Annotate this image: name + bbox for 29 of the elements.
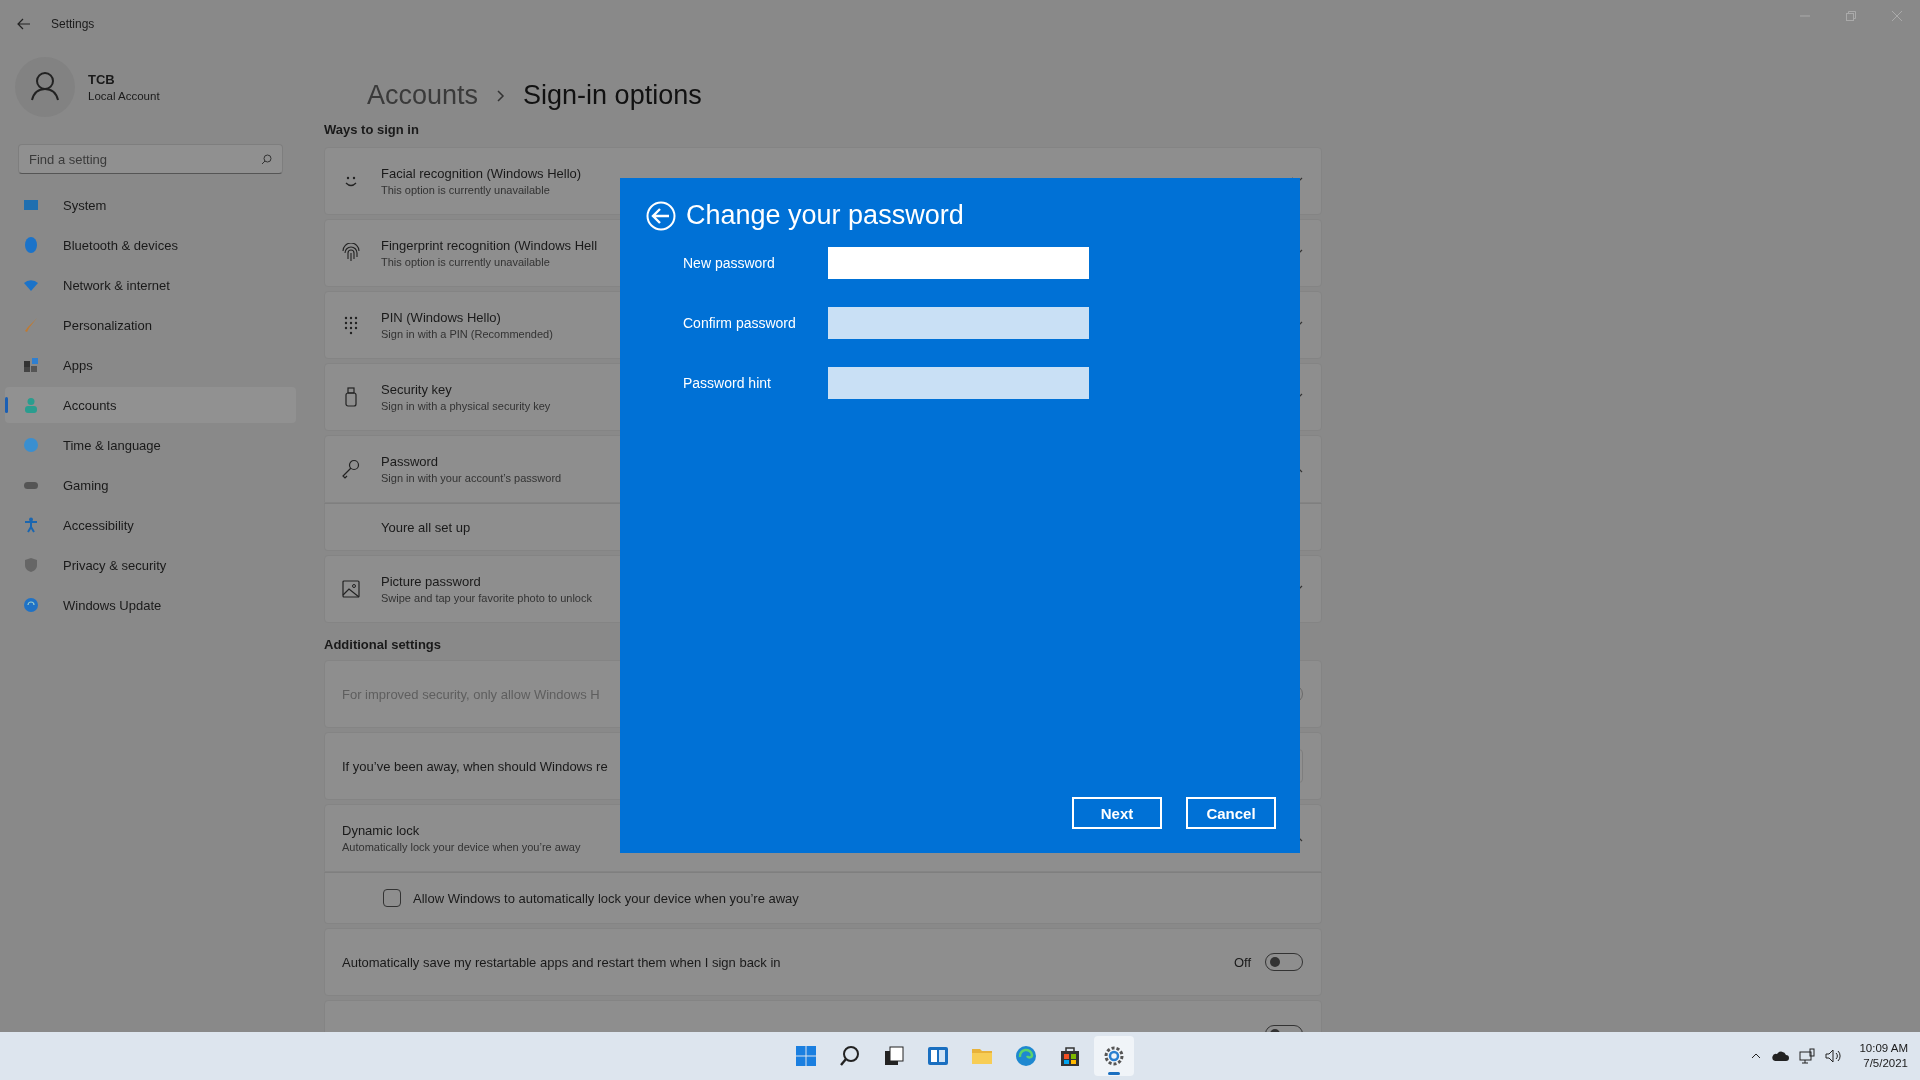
option-description: Sign in with a physical security key [381, 400, 551, 412]
section-heading: Ways to sign in [324, 122, 420, 137]
dialog-title: Change your password [686, 200, 964, 231]
status-text: Youre all set up [381, 519, 471, 535]
field-label: New password [683, 255, 776, 271]
option-title: Password [381, 454, 439, 469]
checkbox-label: Allow Windows to automatically lock your device when you’re away [413, 890, 799, 906]
setting-label: Automatically save my restartable apps and restart them when I sign back in [342, 954, 781, 970]
field-label: Password hint [683, 375, 772, 391]
option-title: Security key [381, 382, 452, 397]
toggle-state: Off [1233, 954, 1251, 970]
setting-description: Automatically lock your device when you’re away [342, 841, 581, 853]
option-title: Facial recognition (Windows Hello) [381, 166, 582, 181]
setting-label: Dynamic lock [342, 823, 420, 838]
account-type: Local Account [88, 90, 160, 102]
option-title: Picture password [381, 574, 481, 589]
page-title: Sign-in options [523, 80, 702, 111]
option-title: Fingerprint recognition (Windows Hell [381, 238, 598, 253]
option-description: Swipe and tap your favorite photo to unlock [381, 592, 592, 604]
option-description: Sign in with a PIN (Recommended) [381, 328, 553, 340]
section-heading: Additional settings [324, 637, 442, 652]
window-title: Settings [51, 17, 95, 31]
option-description: This option is currently unavailable [381, 256, 550, 268]
account-name: TCB [88, 72, 116, 87]
option-description: This option is currently unavailable [381, 184, 550, 196]
option-description: Sign in with your account’s password [381, 472, 562, 484]
field-label: Confirm password [683, 315, 797, 331]
option-title: PIN (Windows Hello) [381, 310, 501, 325]
setting-label: If you’ve been away, when should Windows re [342, 758, 608, 774]
